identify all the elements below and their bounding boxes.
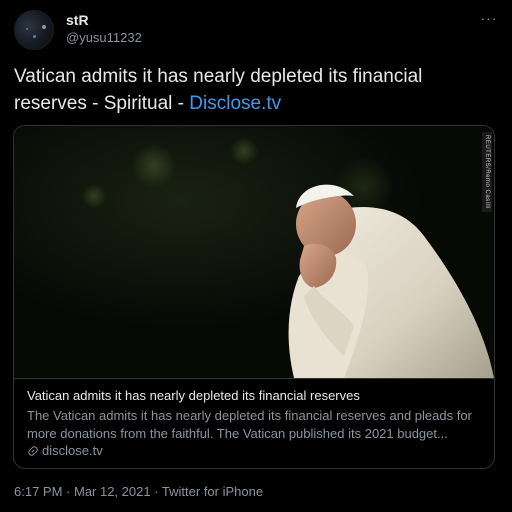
link-icon: [28, 446, 38, 456]
separator: ·: [150, 484, 162, 499]
star-dot: [33, 35, 36, 38]
tweet-text: Vatican admits it has nearly depleted it…: [14, 63, 484, 117]
photo-credit: REUTERS/Remo Casilli: [482, 132, 492, 212]
tweet-date[interactable]: Mar 12, 2021: [74, 484, 151, 499]
tweet-link[interactable]: Disclose.tv: [189, 93, 281, 114]
card-image: REUTERS/Remo Casilli: [14, 126, 494, 378]
tweet-time[interactable]: 6:17 PM: [14, 484, 62, 499]
avatar[interactable]: [14, 10, 54, 50]
tweet-source[interactable]: Twitter for iPhone: [162, 484, 263, 499]
pope-photo: [14, 126, 494, 378]
link-preview-card[interactable]: REUTERS/Remo Casilli Vatican admits it h…: [13, 125, 495, 469]
user-handle[interactable]: @yusu11232: [66, 30, 142, 46]
display-name[interactable]: stR: [66, 12, 89, 28]
card-title: Vatican admits it has nearly depleted it…: [27, 388, 360, 403]
card-divider: [14, 378, 494, 379]
card-domain: disclose.tv: [27, 443, 103, 459]
card-domain-text: disclose.tv: [42, 443, 103, 458]
tweet-timestamp: 6:17 PM · Mar 12, 2021 · Twitter for iPh…: [14, 484, 263, 500]
tweet: stR @yusu11232 ··· Vatican admits it has…: [0, 0, 512, 512]
card-description: The Vatican admits it has nearly deplete…: [27, 408, 472, 441]
star-dot: [42, 25, 46, 29]
star-dot: [26, 28, 28, 30]
more-options-icon[interactable]: ···: [478, 8, 500, 28]
separator: ·: [62, 484, 74, 499]
